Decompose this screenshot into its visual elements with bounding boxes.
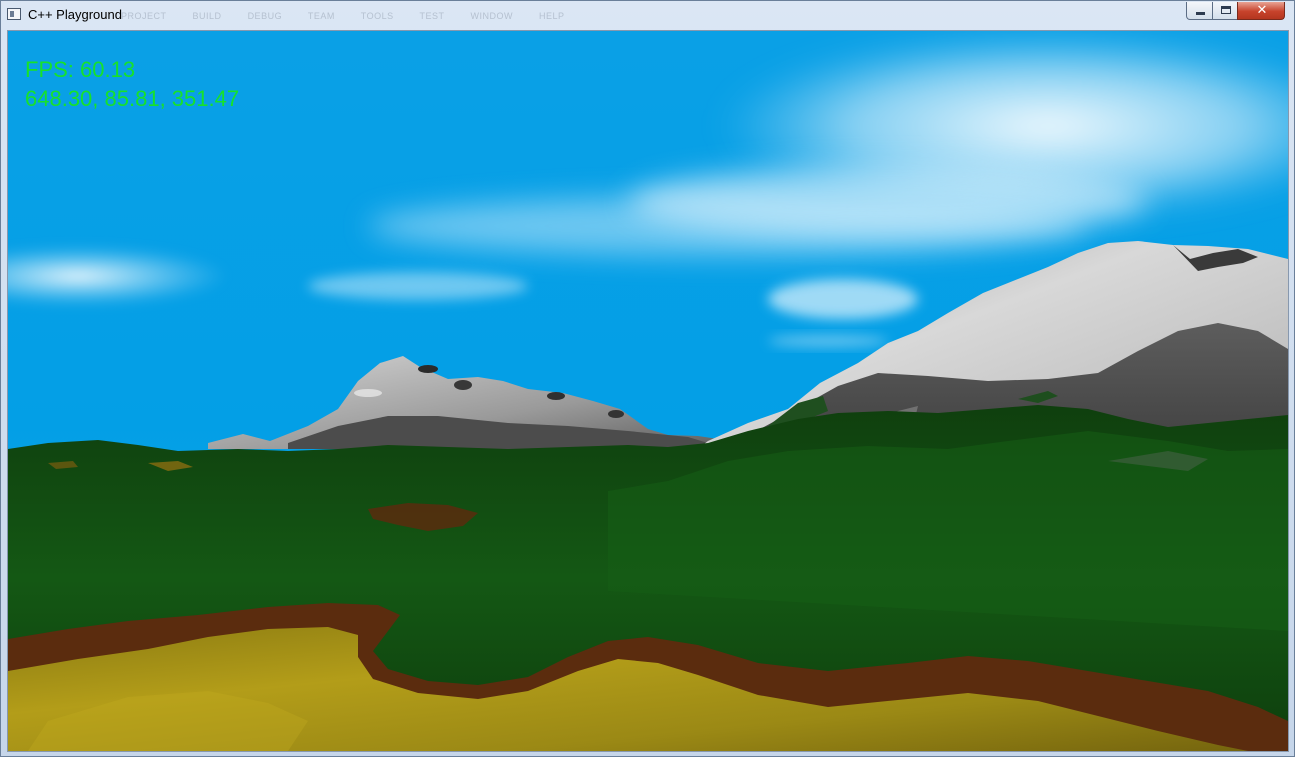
application-window: C++ Playground PROJECT BUILD DEBUG TEAM … xyxy=(0,0,1295,757)
hud-overlay: FPS: 60.13 648.30, 85.81, 351.47 xyxy=(25,55,239,113)
terrain-scene xyxy=(8,31,1288,751)
minimize-button[interactable] xyxy=(1186,2,1213,20)
window-title: C++ Playground xyxy=(28,7,122,22)
render-viewport[interactable]: FPS: 60.13 648.30, 85.81, 351.47 xyxy=(7,30,1289,752)
ghost-menu-item: TOOLS xyxy=(360,11,394,21)
app-icon[interactable] xyxy=(7,8,21,20)
ghost-menu-bar: PROJECT BUILD DEBUG TEAM TOOLS TEST WIND… xyxy=(121,11,588,21)
close-icon: ✕ xyxy=(1256,3,1268,18)
maximize-icon xyxy=(1221,6,1231,14)
ghost-menu-item: TEAM xyxy=(307,11,335,21)
fps-readout: FPS: 60.13 xyxy=(25,57,136,82)
ghost-menu-item: DEBUG xyxy=(247,11,283,21)
maximize-button[interactable] xyxy=(1212,2,1238,20)
title-bar[interactable]: C++ Playground PROJECT BUILD DEBUG TEAM … xyxy=(1,1,1294,30)
ghost-menu-item: BUILD xyxy=(192,11,222,21)
ghost-menu-item: PROJECT xyxy=(121,11,167,21)
ghost-menu-item: HELP xyxy=(539,11,565,21)
ghost-menu-item: TEST xyxy=(419,11,445,21)
camera-position-readout: 648.30, 85.81, 351.47 xyxy=(25,86,240,111)
minimize-icon xyxy=(1196,12,1205,15)
ghost-menu-item: WINDOW xyxy=(470,11,514,21)
close-button[interactable]: ✕ xyxy=(1237,2,1285,20)
